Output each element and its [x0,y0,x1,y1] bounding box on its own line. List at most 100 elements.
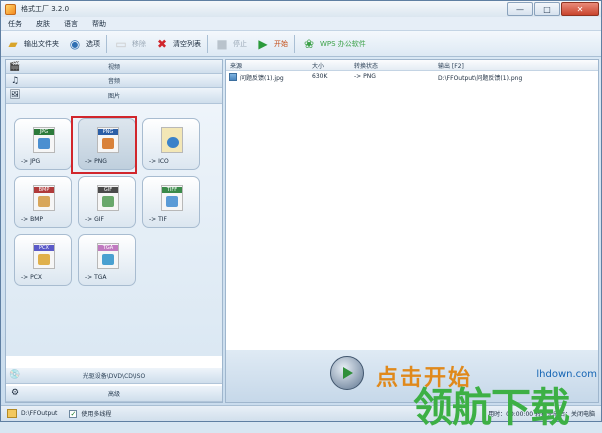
output-path[interactable]: D:\FFOutput [21,410,57,417]
watermark: lhdown.com 领航下载 [413,361,602,431]
app-window: 格式工厂 3.2.0 — □ ✕ 任务 皮肤 语言 帮助 ▰ 输出文件夹 ◉ 选… [0,0,602,431]
tile-label: -> PCX [21,274,43,281]
gear-icon: ◉ [69,36,81,51]
tile-tag: BMP [34,187,54,193]
menu-bar: 任务 皮肤 语言 帮助 [1,17,601,31]
tile-label: -> ICO [149,158,169,165]
tile-label: -> BMP [21,216,44,223]
minimize-button[interactable]: — [507,2,533,16]
options-button[interactable]: ◉ 选项 [63,33,104,55]
task-output: D:\FFOutput\问题反馈(1).png [438,75,523,82]
gif-icon: GIF [97,185,119,211]
column-source[interactable]: 来源 [230,61,242,70]
task-status: -> PNG [354,73,376,80]
selection-highlight [71,116,137,174]
play-icon: ▶ [258,36,268,51]
start-button[interactable]: ▶ 开始 [251,33,292,55]
app-icon [5,3,16,15]
folder-icon [7,409,17,418]
clear-list-label: 清空列表 [173,39,201,48]
image-file-icon [229,73,237,81]
picture-glyph [38,196,50,207]
remove-label: 移除 [132,39,146,48]
remove-icon: ▭ [115,36,127,51]
picture-glyph [102,254,114,265]
clear-list-button[interactable]: ✖ 清空列表 [150,33,205,55]
start-convert-icon[interactable] [330,356,364,390]
tile-gif[interactable]: GIF -> GIF [78,176,136,228]
tga-icon: TGA [97,243,119,269]
tile-tag: JPG [34,129,54,135]
folder-icon: ▰ [8,36,18,51]
picture-glyph [102,196,114,207]
tile-tag: GIF [98,187,118,193]
wps-icon: ❀ [303,36,315,51]
category-image[interactable]: 🖼 图片 [6,88,222,104]
task-source: 问题反馈(1).jpg [240,75,284,82]
multithread-checkbox[interactable]: ✓ [69,409,78,418]
tile-label: -> TGA [85,274,107,281]
tile-tif[interactable]: TIFF -> TIF [142,176,200,228]
ico-icon [161,127,183,153]
column-status[interactable]: 转换状态 [354,61,378,70]
menu-skin[interactable]: 皮肤 [29,19,57,29]
category-image-label: 图片 [107,93,120,100]
task-list-header: 来源 大小 转换状态 输出 [F2] [226,60,598,71]
column-output[interactable]: 输出 [F2] [438,61,464,70]
category-audio[interactable]: ♫ 音频 [6,74,222,88]
stop-icon: ■ [216,36,228,51]
tools-icon: ⚙ [10,388,20,398]
close-button[interactable]: ✕ [561,2,599,16]
picture-glyph [38,138,50,149]
category-video[interactable]: 🎬 视频 [6,60,222,74]
menu-language[interactable]: 语言 [57,19,85,29]
watermark-text: 领航下载 [413,385,570,431]
category-rom[interactable]: 💿 光驱设备\DVD\CD\ISO [6,368,222,384]
wps-label: WPS 办公软件 [320,39,366,48]
bmp-icon: BMP [33,185,55,211]
category-advanced-label: 高级 [107,391,120,398]
tif-icon: TIFF [161,185,183,211]
picture-glyph [38,254,50,265]
window-title: 格式工厂 3.2.0 [21,5,70,13]
menu-help[interactable]: 帮助 [85,19,113,29]
tile-label: -> GIF [85,216,104,223]
tile-jpg[interactable]: JPG -> JPG [14,118,72,170]
start-label: 开始 [274,39,288,48]
task-row[interactable]: 问题反馈(1).jpg 630K -> PNG D:\FFOutput\问题反馈… [226,72,598,82]
output-folder-label: 输出文件夹 [24,39,59,48]
tile-tag: TGA [98,245,118,251]
tile-tag: TIFF [162,187,182,193]
category-advanced[interactable]: ⚙ 高级 [6,386,222,402]
output-folder-button[interactable]: ▰ 输出文件夹 [1,33,63,55]
task-list-panel: 来源 大小 转换状态 输出 [F2] 问题反馈(1).jpg 630K -> P… [225,59,599,403]
options-label: 选项 [86,39,100,48]
stop-button[interactable]: ■ 停止 [210,33,251,55]
maximize-button[interactable]: □ [534,2,560,16]
picture-glyph [166,196,178,207]
stop-label: 停止 [233,39,247,48]
toolbar-separator [207,34,208,53]
video-icon: 🎬 [9,62,21,72]
menu-task[interactable]: 任务 [1,19,29,29]
category-rom-label: 光驱设备\DVD\CD\ISO [82,373,146,380]
tile-ico[interactable]: -> ICO [142,118,200,170]
tile-pcx[interactable]: PCX -> PCX [14,234,72,286]
window-controls: — □ ✕ [506,2,599,16]
toolbar-separator [294,34,295,53]
title-bar: 格式工厂 3.2.0 — □ ✕ [1,1,601,17]
category-audio-label: 音频 [107,78,120,85]
wps-button[interactable]: ❀ WPS 办公软件 [297,33,370,55]
task-size: 630K [312,73,328,80]
category-panel: 🎬 视频 ♫ 音频 🖼 图片 JPG -> JPG PNG -> PNG -> … [5,59,223,403]
remove-button[interactable]: ▭ 移除 [109,33,150,55]
clear-icon: ✖ [156,36,168,51]
column-size[interactable]: 大小 [312,61,324,70]
tile-bmp[interactable]: BMP -> BMP [14,176,72,228]
multithread-label: 使用多线程 [81,411,112,418]
tile-label: -> TIF [149,216,167,223]
tile-label: -> JPG [21,158,41,165]
info-glyph [167,137,179,148]
pcx-icon: PCX [33,243,55,269]
tile-tga[interactable]: TGA -> TGA [78,234,136,286]
